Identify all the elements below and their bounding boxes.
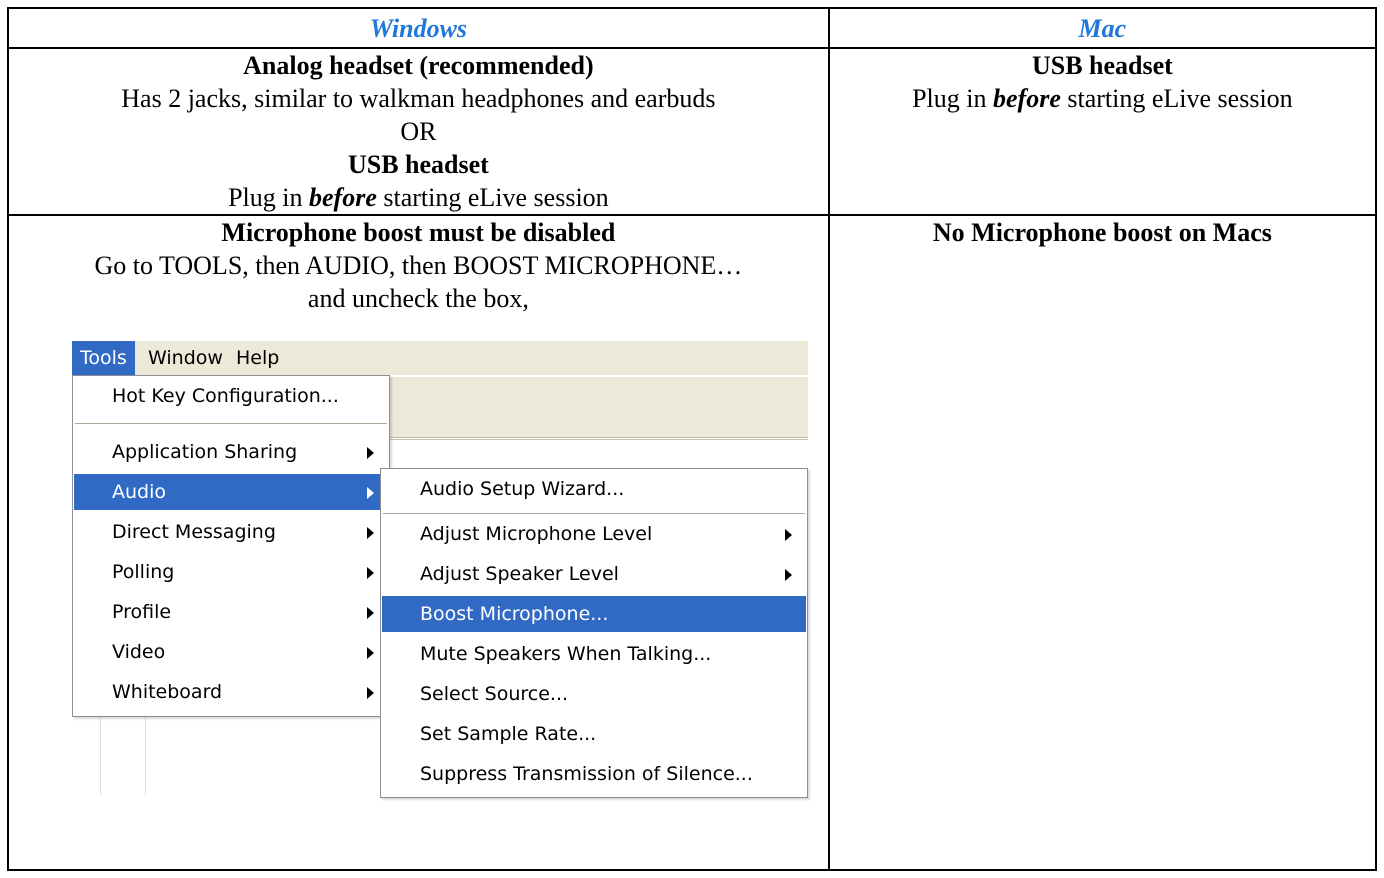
menu-window[interactable]: Window	[140, 341, 231, 375]
menu-item-label: Whiteboard	[112, 681, 223, 703]
menu-separator	[383, 513, 805, 514]
instructions-table: Windows Mac Analog headset (recommended)…	[7, 7, 1378, 871]
submenu-arrow-icon	[785, 569, 792, 581]
tools-menu: Hot Key Configuration... Application Sha…	[72, 375, 390, 717]
mac-header: Mac	[1078, 13, 1127, 43]
submenu-item-adjust-speaker-level[interactable]: Adjust Speaker Level	[382, 556, 806, 592]
windows-boost-cell: Microphone boost must be disabled Go to …	[7, 214, 830, 871]
submenu-arrow-icon	[367, 607, 374, 619]
submenu-arrow-icon	[367, 527, 374, 539]
windows-headset-cell: Analog headset (recommended) Has 2 jacks…	[7, 47, 830, 216]
submenu-item-audio-setup-wizard[interactable]: Audio Setup Wizard...	[382, 471, 806, 507]
menu-separator	[75, 423, 387, 424]
audio-submenu: Audio Setup Wizard... Adjust Microphone …	[380, 468, 808, 798]
menu-item-label: Direct Messaging	[112, 521, 276, 543]
analog-headset-title: Analog headset (recommended)	[243, 51, 594, 80]
mac-header-cell: Mac	[827, 7, 1378, 49]
menu-item-whiteboard[interactable]: Whiteboard	[74, 674, 388, 710]
menu-item-label: Video	[112, 641, 166, 663]
menu-tools[interactable]: Tools	[72, 341, 135, 375]
menu-help[interactable]: Help	[228, 341, 287, 375]
mac-boost-cell: No Microphone boost on Macs	[827, 214, 1378, 871]
menu-item-audio[interactable]: Audio	[74, 474, 388, 510]
mac-plug-in-emphasis: before	[993, 84, 1061, 113]
mac-plug-in-post: starting eLive session	[1060, 84, 1293, 113]
plug-in-post: starting eLive session	[376, 183, 609, 212]
submenu-item-mute-speakers[interactable]: Mute Speakers When Talking...	[382, 636, 806, 672]
submenu-arrow-icon	[367, 567, 374, 579]
submenu-item-set-sample-rate[interactable]: Set Sample Rate...	[382, 716, 806, 752]
menu-item-direct-messaging[interactable]: Direct Messaging	[74, 514, 388, 550]
menu-item-label: Profile	[112, 601, 172, 623]
header-row: Windows Mac	[7, 7, 1378, 49]
menu-bar: Tools Window Help	[72, 341, 808, 375]
menu-item-label: Select Source...	[420, 683, 569, 705]
headset-row: Analog headset (recommended) Has 2 jacks…	[7, 47, 1378, 216]
windows-header-cell: Windows	[7, 7, 830, 49]
submenu-item-select-source[interactable]: Select Source...	[382, 676, 806, 712]
menu-item-label: Application Sharing	[112, 441, 298, 463]
menu-screenshot: Tools Window Help Hot Key Configuration.…	[72, 341, 812, 801]
menu-item-application-sharing[interactable]: Application Sharing	[74, 434, 388, 470]
menu-item-polling[interactable]: Polling	[74, 554, 388, 590]
menu-item-label: Hot Key Configuration...	[112, 385, 339, 407]
plug-in-emphasis: before	[309, 183, 377, 212]
submenu-arrow-icon	[367, 487, 374, 499]
menu-item-profile[interactable]: Profile	[74, 594, 388, 630]
submenu-item-adjust-microphone-level[interactable]: Adjust Microphone Level	[382, 516, 806, 552]
plug-in-note: Plug in before starting eLive session	[9, 181, 828, 214]
menu-item-label: Suppress Transmission of Silence...	[420, 763, 753, 785]
windows-header: Windows	[369, 13, 468, 43]
background-panel	[388, 377, 808, 438]
submenu-item-boost-microphone[interactable]: Boost Microphone...	[382, 596, 806, 632]
mac-boost-title: No Microphone boost on Macs	[932, 218, 1272, 247]
boost-row: Microphone boost must be disabled Go to …	[7, 214, 1378, 871]
menu-item-label: Adjust Microphone Level	[420, 523, 653, 545]
submenu-arrow-icon	[367, 647, 374, 659]
submenu-arrow-icon	[367, 447, 374, 459]
menu-item-label: Polling	[112, 561, 175, 583]
or-text: OR	[400, 117, 437, 146]
analog-headset-desc: Has 2 jacks, similar to walkman headphon…	[121, 84, 716, 113]
usb-headset-title: USB headset	[347, 150, 489, 179]
menu-item-label: Set Sample Rate...	[420, 723, 597, 745]
mac-plug-in-note: Plug in before starting eLive session	[830, 82, 1375, 115]
menu-item-label: Audio	[112, 481, 167, 503]
mac-plug-in-pre: Plug in	[912, 84, 994, 113]
boost-instruction-2: and uncheck the box,	[307, 284, 529, 313]
plug-in-pre: Plug in	[228, 183, 310, 212]
menu-item-label: Mute Speakers When Talking...	[420, 643, 712, 665]
menu-item-label: Audio Setup Wizard...	[420, 478, 625, 500]
submenu-arrow-icon	[785, 529, 792, 541]
mac-usb-headset-title: USB headset	[1031, 51, 1173, 80]
background-panel-lower	[388, 439, 808, 462]
menu-item-hotkey[interactable]: Hot Key Configuration...	[74, 378, 388, 414]
menu-item-label: Boost Microphone...	[420, 603, 609, 625]
submenu-item-suppress-silence[interactable]: Suppress Transmission of Silence...	[382, 756, 806, 792]
mac-headset-cell: USB headset Plug in before starting eLiv…	[827, 47, 1378, 216]
submenu-arrow-icon	[367, 687, 374, 699]
menu-item-label: Adjust Speaker Level	[420, 563, 619, 585]
boost-title: Microphone boost must be disabled	[221, 218, 616, 247]
menu-item-video[interactable]: Video	[74, 634, 388, 670]
boost-instruction-1: Go to TOOLS, then AUDIO, then BOOST MICR…	[94, 251, 743, 280]
